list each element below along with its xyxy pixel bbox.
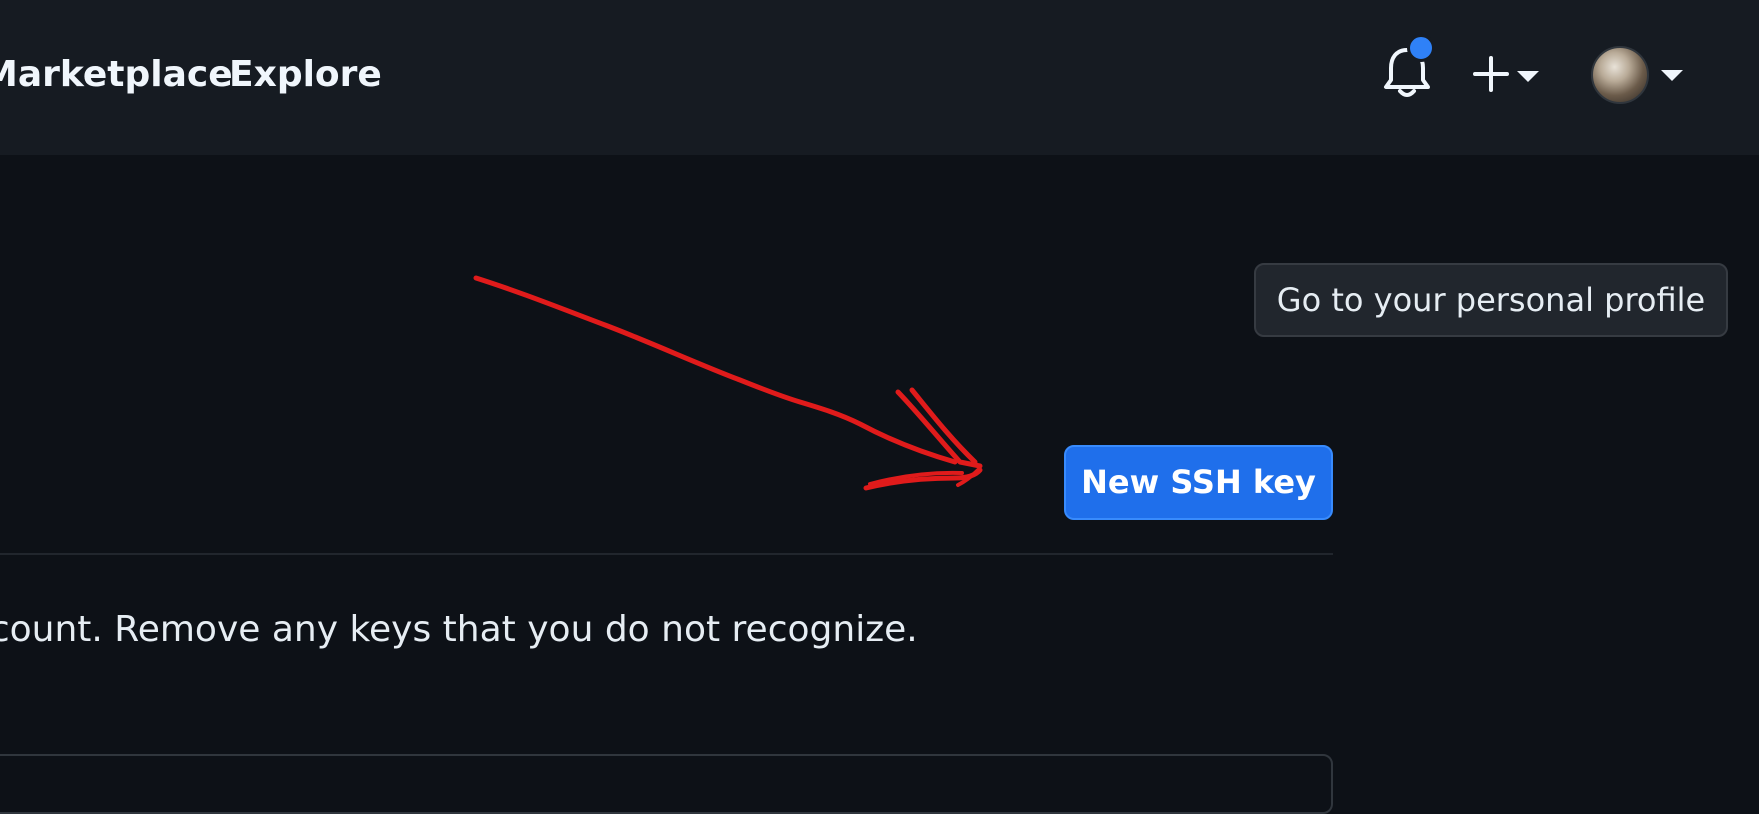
ssh-keys-list-box — [0, 754, 1333, 814]
caret-down-icon — [1661, 70, 1683, 81]
go-to-personal-profile-button[interactable]: Go to your personal profile — [1254, 263, 1728, 337]
user-menu[interactable] — [1591, 44, 1701, 106]
new-ssh-key-button[interactable]: New SSH key — [1064, 445, 1333, 520]
create-new-menu[interactable] — [1473, 48, 1553, 102]
section-divider — [0, 553, 1333, 555]
top-navigation-bar: Marketplace Explore — [0, 0, 1759, 155]
plus-icon — [1473, 56, 1509, 92]
ssh-keys-description: account. Remove any keys that you do not… — [0, 609, 918, 650]
user-avatar — [1591, 46, 1649, 104]
notification-indicator — [1407, 34, 1435, 62]
caret-down-icon — [1517, 71, 1539, 82]
nav-link-marketplace[interactable]: Marketplace — [0, 50, 233, 100]
nav-link-explore[interactable]: Explore — [229, 50, 382, 100]
